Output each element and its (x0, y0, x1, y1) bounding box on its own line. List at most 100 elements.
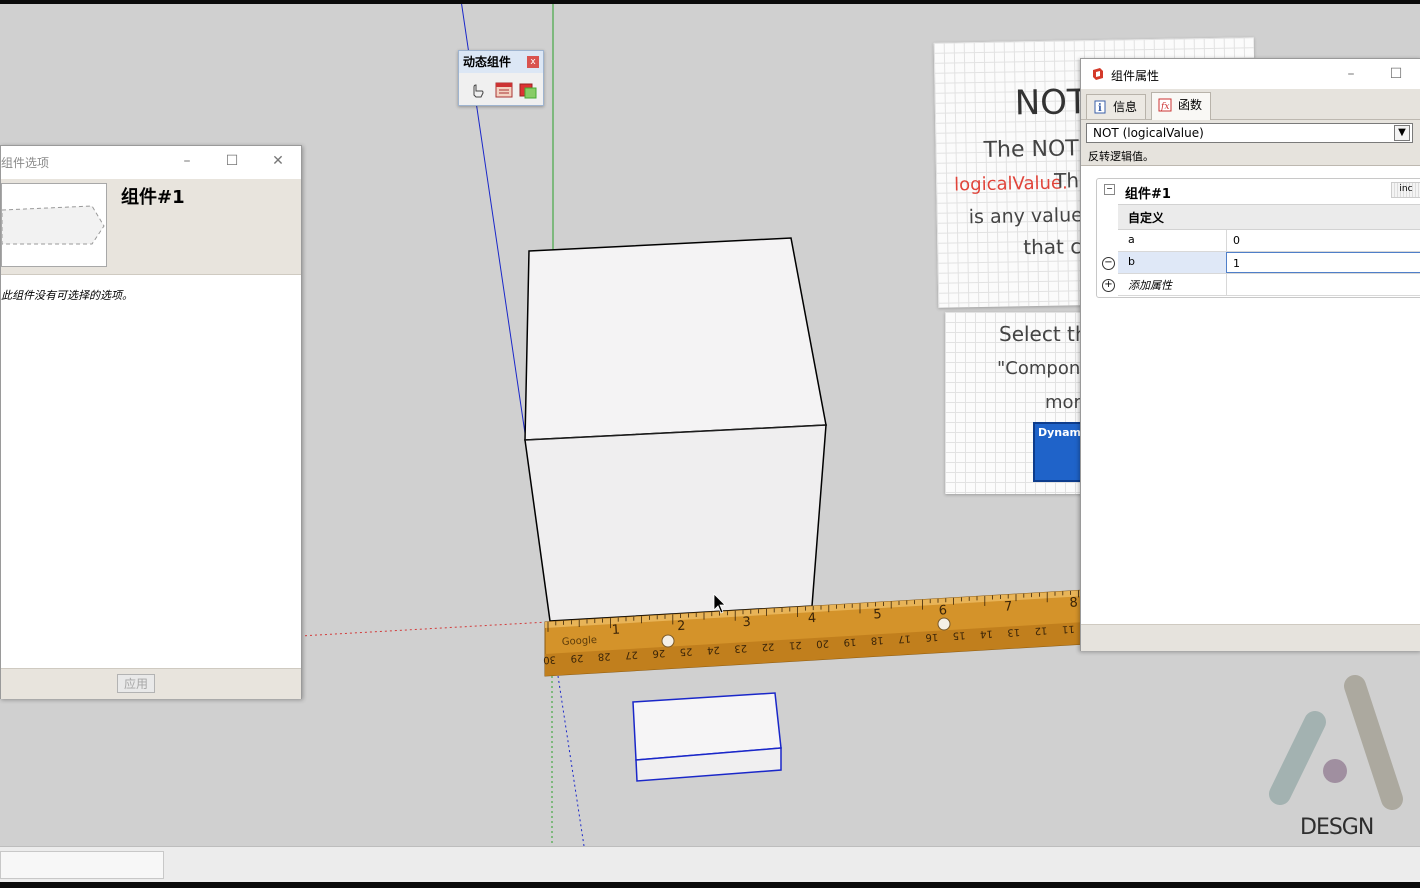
panel-toggle[interactable]: inc (1391, 182, 1420, 198)
attribute-name: b (1128, 255, 1135, 268)
function-bar: NOT (logicalValue) ▼ 反转逻辑值。 (1081, 120, 1420, 166)
ruler-inch-label: 8 (1069, 595, 1078, 610)
attributes-tabs: i 信息 fx 函数 (1081, 89, 1420, 120)
ruler-inch-label: 4 (808, 611, 817, 626)
tab-info-label: 信息 (1113, 100, 1138, 114)
interact-icon[interactable] (467, 79, 489, 101)
section-header: 自定义 (1118, 204, 1420, 230)
options-titlebar[interactable]: 组件选项 – ☐ ✕ (1, 146, 301, 176)
note-line-3: logicalValue. (954, 172, 1068, 196)
selected-small-box[interactable] (632, 692, 782, 782)
function-select[interactable]: NOT (logicalValue) ▼ (1086, 123, 1413, 143)
attribute-value-input[interactable]: 1 (1226, 252, 1420, 273)
design-logo-mark (1269, 675, 1403, 810)
collapse-icon[interactable]: − (1104, 184, 1115, 195)
design-logo-text: DESGN (1300, 815, 1374, 840)
status-bar (0, 846, 1420, 883)
ruler-cm-label: 12 (1034, 624, 1047, 636)
ruler-cm-label: 25 (679, 645, 692, 657)
cube-component[interactable] (524, 237, 827, 622)
component-options-dialog[interactable]: 组件选项 – ☐ ✕ 组件#1 此组件没有可选择的选项。 应用 (0, 145, 302, 699)
attributes-panel-title: 组件#1 (1125, 187, 1171, 202)
ruler-cm-label: 14 (980, 627, 993, 639)
ruler-cm-label: 29 (570, 652, 583, 664)
options-footer: 应用 (1, 668, 301, 699)
minimize-icon[interactable]: – (177, 151, 197, 171)
ruler-inch-label: 5 (873, 607, 882, 622)
ruler-cm-label: 15 (952, 629, 965, 641)
sketchup-app-icon (1093, 68, 1103, 80)
options-header: 组件#1 (1, 179, 301, 275)
function-description: 反转逻辑值。 (1088, 150, 1154, 163)
chevron-down-icon[interactable]: ▼ (1394, 125, 1410, 141)
ruler-cm-label: 27 (625, 649, 638, 661)
attributes-panel: − 组件#1 inc 自定义 a 0 − b 1 + 添加属性 (1096, 178, 1420, 298)
add-attribute-row[interactable]: + 添加属性 (1102, 274, 1420, 296)
ruler-hole-right (937, 617, 951, 631)
measurements-field[interactable] (0, 851, 164, 879)
ruler-inch-label: 3 (742, 615, 751, 630)
attribute-value-field[interactable]: 0 (1226, 230, 1420, 251)
ruler-cm-label: 17 (898, 632, 911, 644)
note2-line-3: more (1045, 392, 1085, 413)
no-options-message: 此组件没有可选择的选项。 (1, 289, 133, 302)
ruler-cm-label: 18 (870, 634, 883, 646)
bottom-edge (0, 882, 1420, 888)
remove-attribute-icon[interactable]: − (1102, 257, 1115, 270)
ruler-inch-label: 1 (611, 623, 620, 638)
add-attribute-label[interactable]: 添加属性 (1128, 277, 1172, 293)
tab-function-label: 函数 (1178, 98, 1203, 112)
add-attribute-value (1226, 274, 1420, 295)
ruler-cm-label: 24 (707, 644, 720, 656)
note-dynamic-label: Dynam (1038, 426, 1082, 439)
function-icon: fx (1158, 98, 1172, 112)
ruler-brand-label: Google (562, 635, 598, 648)
attributes-footer (1081, 624, 1420, 651)
ruler-cm-label: 16 (925, 631, 938, 643)
attribute-row-a[interactable]: a 0 (1118, 230, 1420, 252)
minimize-icon[interactable]: – (1341, 64, 1361, 84)
ruler-cm-label: 19 (843, 636, 856, 648)
component-attributes-dialog[interactable]: 组件属性 – ☐ i 信息 fx 函数 NOT (logicalValue) ▼… (1080, 58, 1420, 651)
note2-line-2: "Component (997, 358, 1085, 379)
toolbar-close-button[interactable]: x (527, 56, 539, 68)
maximize-icon[interactable]: ☐ (222, 151, 242, 171)
tutorial-note-2: Select the "Component more Dynam (945, 312, 1085, 494)
info-icon: i (1094, 100, 1106, 114)
blue-axis-dotted (557, 675, 585, 846)
apply-button[interactable]: 应用 (117, 674, 155, 693)
attribute-row-b[interactable]: − b 1 (1102, 252, 1420, 274)
dynamic-components-toolbar[interactable]: 动态组件 x (458, 50, 544, 106)
ruler-cm-label: 26 (652, 647, 665, 659)
ruler-cm-label: 20 (816, 637, 829, 649)
component-name: 组件#1 (121, 187, 185, 208)
ruler-hole-left (661, 634, 675, 648)
note2-line-1: Select the (999, 322, 1085, 346)
red-axis-line (299, 621, 549, 637)
maximize-icon[interactable]: ☐ (1386, 64, 1406, 84)
ruler-cm-label: 30 (543, 653, 556, 665)
svg-text:i: i (1098, 103, 1102, 114)
ruler-cm-label: 13 (1007, 626, 1020, 638)
ruler-cm-label: 28 (597, 650, 610, 662)
ruler-cm-label: 23 (734, 642, 747, 654)
ruler-inch-label: 6 (938, 603, 947, 618)
attributes-titlebar[interactable]: 组件属性 – ☐ (1081, 59, 1420, 89)
function-select-value: NOT (logicalValue) (1093, 126, 1204, 140)
component-options-icon[interactable] (493, 79, 515, 101)
add-attribute-icon[interactable]: + (1102, 279, 1115, 292)
tab-function[interactable]: fx 函数 (1151, 92, 1211, 120)
options-dialog-title: 组件选项 (1, 156, 50, 170)
ruler-inch-label: 2 (677, 619, 686, 634)
component-thumbnail (1, 183, 107, 267)
attributes-dialog-title: 组件属性 (1111, 69, 1160, 83)
ruler-cm-label: 21 (789, 639, 802, 651)
ruler-cm-label: 22 (761, 640, 774, 652)
note-dynamic-button: Dynam (1033, 422, 1085, 482)
ruler-cm-label: 11 (1062, 623, 1075, 635)
close-icon[interactable]: ✕ (268, 151, 288, 171)
component-attributes-icon[interactable] (517, 79, 539, 101)
tab-info[interactable]: i 信息 (1086, 94, 1146, 119)
attribute-name: a (1128, 233, 1135, 246)
svg-text:fx: fx (1160, 102, 1169, 112)
